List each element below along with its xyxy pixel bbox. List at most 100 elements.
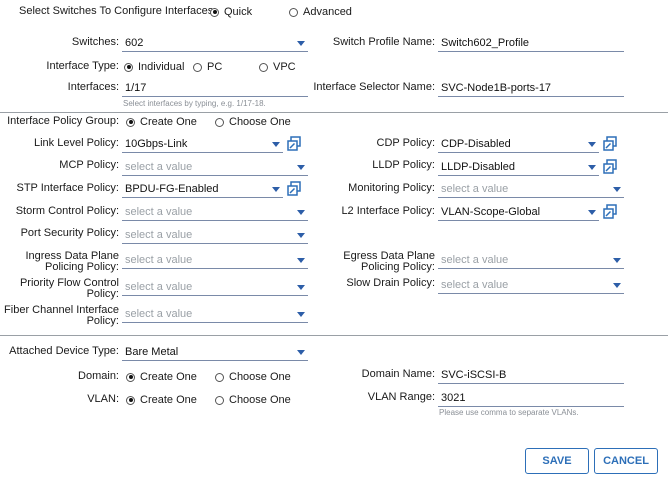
policy-group-label: Interface Policy Group:	[7, 115, 119, 127]
policy-group-choose-radio[interactable]: Choose One	[215, 116, 291, 128]
ingress-policing-policy-label: Ingress Data Plane Policing Policy:	[25, 250, 119, 273]
chevron-down-icon	[613, 258, 621, 263]
radio-label: Create One	[140, 394, 197, 406]
interface-type-vpc-radio[interactable]: VPC	[259, 61, 296, 73]
section-divider	[0, 335, 668, 336]
radio-label: Advanced	[303, 6, 352, 18]
lldp-policy-dropdown[interactable]: LLDP-Disabled	[438, 158, 599, 176]
edit-policy-icon[interactable]	[603, 159, 618, 174]
interface-type-individual-radio[interactable]: Individual	[124, 61, 184, 73]
chevron-down-icon	[297, 41, 305, 46]
link-level-policy-label: Link Level Policy:	[34, 137, 119, 149]
link-level-policy-dropdown[interactable]: 10Gbps-Link	[122, 135, 283, 153]
switches-label: Switches:	[71, 36, 119, 48]
domain-choose-radio[interactable]: Choose One	[215, 371, 291, 383]
vlan-range-hint: Please use comma to separate VLANs.	[439, 408, 579, 417]
cdp-policy-label: CDP Policy:	[376, 137, 435, 149]
mcp-policy-placeholder: select a value	[125, 161, 193, 173]
edit-policy-icon[interactable]	[287, 136, 302, 151]
port-security-policy-placeholder: select a value	[125, 229, 193, 241]
chevron-down-icon	[588, 165, 596, 170]
lldp-policy-value: LLDP-Disabled	[441, 161, 515, 173]
radio-label: Create One	[140, 371, 197, 383]
save-button[interactable]: SAVE	[525, 448, 589, 474]
storm-control-policy-label: Storm Control Policy:	[15, 205, 119, 217]
chevron-down-icon	[272, 142, 280, 147]
switch-profile-input[interactable]: Switch602_Profile	[438, 34, 624, 52]
vlan-create-radio[interactable]: Create One	[126, 394, 197, 406]
domain-label: Domain:	[78, 370, 119, 382]
radio-label: Individual	[138, 61, 185, 73]
cancel-button[interactable]: CANCEL	[594, 448, 658, 474]
vlan-range-input[interactable]: 3021	[438, 389, 624, 407]
interface-selector-label: Interface Selector Name:	[313, 81, 435, 93]
fiber-channel-policy-label: Fiber Channel Interface Policy:	[4, 304, 119, 327]
mcp-policy-dropdown[interactable]: select a value	[122, 158, 308, 176]
chevron-down-icon	[272, 187, 280, 192]
section-divider	[0, 112, 668, 113]
domain-create-radio[interactable]: Create One	[126, 371, 197, 383]
interface-type-label: Interface Type:	[46, 60, 119, 72]
egress-policing-policy-label: Egress Data Plane Policing Policy:	[343, 250, 435, 273]
chevron-down-icon	[297, 350, 305, 355]
radio-indicator	[289, 7, 298, 17]
interface-selector-input[interactable]: SVC-Node1B-ports-17	[438, 79, 624, 97]
select-switches-label: Select Switches To Configure Interfaces:	[19, 5, 217, 17]
edit-policy-icon[interactable]	[287, 181, 302, 196]
egress-policing-policy-placeholder: select a value	[441, 254, 509, 266]
interfaces-hint: Select interfaces by typing, e.g. 1/17-1…	[123, 99, 266, 108]
edit-policy-icon[interactable]	[603, 204, 618, 219]
stp-interface-policy-dropdown[interactable]: BPDU-FG-Enabled	[122, 180, 283, 198]
radio-indicator	[215, 117, 224, 127]
interface-type-pc-radio[interactable]: PC	[193, 61, 222, 73]
chevron-down-icon	[588, 142, 596, 147]
stp-interface-policy-label: STP Interface Policy:	[16, 182, 119, 194]
radio-indicator	[126, 372, 135, 382]
l2-interface-policy-dropdown[interactable]: VLAN-Scope-Global	[438, 203, 599, 221]
port-security-policy-dropdown[interactable]: select a value	[122, 226, 308, 244]
policy-group-create-radio[interactable]: Create One	[126, 116, 197, 128]
chevron-down-icon	[297, 312, 305, 317]
vlan-label: VLAN:	[87, 393, 119, 405]
cdp-policy-value: CDP-Disabled	[441, 138, 511, 150]
mode-quick-radio[interactable]: Quick	[210, 6, 252, 18]
interfaces-label: Interfaces:	[67, 81, 119, 93]
chevron-down-icon	[588, 210, 596, 215]
slow-drain-policy-dropdown[interactable]: select a value	[438, 276, 624, 294]
domain-name-input[interactable]: SVC-iSCSI-B	[438, 366, 624, 384]
radio-indicator	[215, 372, 224, 382]
radio-indicator	[124, 62, 133, 72]
egress-policing-policy-dropdown[interactable]: select a value	[438, 251, 624, 269]
monitoring-policy-label: Monitoring Policy:	[348, 182, 435, 194]
radio-indicator	[259, 62, 268, 72]
ingress-policing-policy-dropdown[interactable]: select a value	[122, 251, 308, 269]
fiber-channel-policy-dropdown[interactable]: select a value	[122, 305, 308, 323]
port-security-policy-label: Port Security Policy:	[20, 227, 119, 239]
domain-name-value: SVC-iSCSI-B	[441, 369, 507, 381]
vlan-range-value: 3021	[441, 392, 466, 404]
chevron-down-icon	[613, 283, 621, 288]
lldp-policy-label: LLDP Policy:	[372, 159, 435, 171]
radio-label: Choose One	[229, 116, 291, 128]
radio-indicator	[215, 395, 224, 405]
priority-flow-control-policy-dropdown[interactable]: select a value	[122, 278, 308, 296]
interfaces-input[interactable]: 1/17	[122, 79, 308, 97]
mode-advanced-radio[interactable]: Advanced	[289, 6, 352, 18]
interface-selector-value: SVC-Node1B-ports-17	[441, 82, 552, 94]
chevron-down-icon	[297, 285, 305, 290]
switch-profile-value: Switch602_Profile	[441, 37, 530, 49]
cdp-policy-dropdown[interactable]: CDP-Disabled	[438, 135, 599, 153]
vlan-range-label: VLAN Range:	[367, 391, 435, 403]
edit-policy-icon[interactable]	[603, 136, 618, 151]
attached-device-type-dropdown[interactable]: Bare Metal	[122, 343, 308, 361]
storm-control-policy-dropdown[interactable]: select a value	[122, 203, 308, 221]
vlan-choose-radio[interactable]: Choose One	[215, 394, 291, 406]
radio-indicator	[126, 395, 135, 405]
radio-indicator	[193, 62, 202, 72]
attached-device-type-value: Bare Metal	[125, 346, 179, 358]
monitoring-policy-dropdown[interactable]: select a value	[438, 180, 624, 198]
link-level-policy-value: 10Gbps-Link	[125, 138, 188, 150]
chevron-down-icon	[297, 258, 305, 263]
mcp-policy-label: MCP Policy:	[59, 159, 119, 171]
switches-dropdown[interactable]: 602	[122, 34, 308, 52]
